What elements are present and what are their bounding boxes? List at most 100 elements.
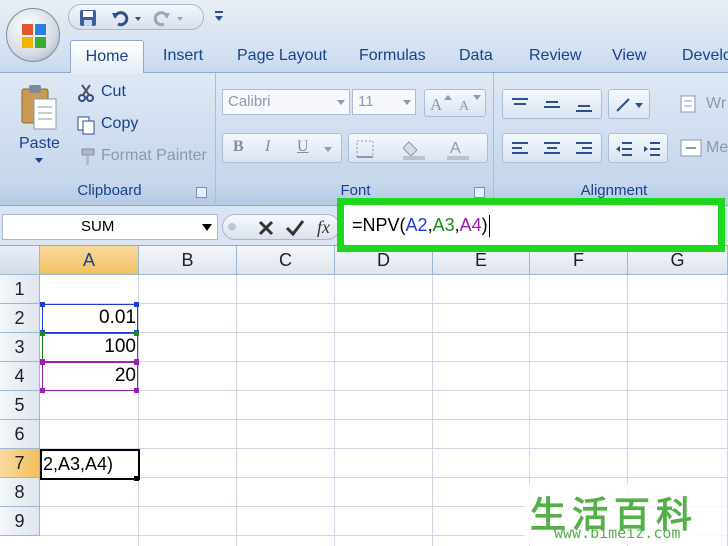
row-header-3[interactable]: 3: [0, 333, 40, 362]
cell-a3[interactable]: 100: [41, 336, 136, 358]
row-header-7[interactable]: 7: [0, 449, 40, 478]
watermark-url: www.bimeiz.com: [554, 524, 681, 542]
italic-button[interactable]: I: [265, 138, 270, 156]
watermark: 生活百科 www.bimeiz.com: [524, 484, 726, 544]
enter-checkmark-icon[interactable]: [285, 219, 305, 237]
row-header-4[interactable]: 4: [0, 362, 40, 391]
redo-dropdown-icon[interactable]: [175, 9, 185, 27]
wrap-text-button[interactable]: Wr: [706, 95, 726, 113]
tab-formulas[interactable]: Formulas: [359, 46, 426, 73]
redo-icon[interactable]: [153, 9, 171, 27]
svg-text:A: A: [430, 95, 443, 112]
formula-input[interactable]: =NPV(A2,A3,A4): [337, 198, 725, 252]
cell-a4[interactable]: 20: [41, 365, 136, 387]
undo-dropdown-icon[interactable]: [133, 9, 143, 27]
align-center-icon[interactable]: [543, 140, 561, 158]
cut-icon[interactable]: [76, 83, 96, 103]
save-icon[interactable]: [79, 9, 97, 27]
orientation-icon: [616, 98, 643, 112]
underline-dropdown-icon[interactable]: [323, 146, 333, 154]
font-color-icon[interactable]: A: [447, 138, 473, 160]
clipboard-dialog-launcher[interactable]: [196, 187, 207, 198]
office-logo-icon: [22, 24, 46, 48]
font-format-buttons: A: [348, 133, 488, 163]
copy-button[interactable]: Copy: [101, 115, 138, 133]
format-painter-button[interactable]: Format Painter: [101, 147, 207, 165]
format-painter-icon[interactable]: [76, 147, 96, 167]
shrink-font-icon[interactable]: A: [459, 94, 481, 112]
paste-icon[interactable]: [20, 83, 58, 133]
insert-function-icon[interactable]: fx: [317, 217, 330, 238]
font-size-value: 11: [358, 93, 374, 110]
ribbon: Paste Cut Copy Format Painter Clipboard …: [0, 73, 728, 206]
tab-insert[interactable]: Insert: [163, 46, 203, 73]
decrease-indent-icon[interactable]: [615, 140, 633, 158]
borders-icon[interactable]: [355, 139, 375, 159]
row-header-8[interactable]: 8: [0, 478, 40, 507]
font-size-buttons: A A: [424, 89, 486, 117]
tab-home[interactable]: Home: [70, 40, 144, 74]
paste-button[interactable]: Paste: [19, 135, 60, 153]
align-middle-icon[interactable]: [543, 96, 561, 114]
alignment-group: Wr Me Alignment: [498, 73, 728, 204]
customize-toolbar-icon[interactable]: [212, 8, 226, 24]
align-right-icon[interactable]: [575, 140, 593, 158]
align-left-icon[interactable]: [511, 140, 529, 158]
formula-part: A3: [432, 215, 455, 235]
tab-review[interactable]: Review: [529, 46, 581, 73]
grid-row-line: [40, 448, 728, 449]
merge-center-icon[interactable]: [680, 137, 702, 159]
tab-view[interactable]: View: [612, 46, 646, 73]
bold-button[interactable]: B: [233, 138, 244, 156]
align-top-icon[interactable]: [511, 96, 529, 114]
reference-handle[interactable]: [40, 388, 45, 393]
formula-text: =NPV(A2,A3,A4): [352, 213, 490, 238]
tab-page-layout[interactable]: Page Layout: [237, 46, 327, 73]
formula-part: A2: [405, 215, 428, 235]
office-button[interactable]: [6, 8, 60, 62]
grow-font-icon[interactable]: A: [430, 94, 452, 112]
row-header-6[interactable]: 6: [0, 420, 40, 449]
column-header-a[interactable]: A: [40, 246, 139, 275]
cut-button[interactable]: Cut: [101, 83, 126, 101]
grid-row-line: [40, 419, 728, 420]
grid-row-line: [40, 303, 728, 304]
align-bottom-icon[interactable]: [575, 96, 593, 114]
row-header-1[interactable]: 1: [0, 275, 40, 304]
formula-part: =NPV(: [352, 215, 406, 235]
clipboard-group-label: Clipboard: [4, 180, 215, 202]
column-header-c[interactable]: C: [237, 246, 335, 275]
font-dialog-launcher[interactable]: [474, 187, 485, 198]
horizontal-align-buttons: [502, 133, 602, 163]
undo-icon[interactable]: [111, 9, 129, 27]
resize-handle-icon[interactable]: [227, 219, 241, 235]
tab-developer[interactable]: Develo: [682, 46, 728, 73]
select-all-corner[interactable]: [0, 246, 40, 275]
row-header-5[interactable]: 5: [0, 391, 40, 420]
wrap-text-icon[interactable]: [680, 93, 702, 115]
font-size-dropdown-icon[interactable]: [403, 100, 411, 105]
paste-dropdown-icon[interactable]: [34, 157, 44, 165]
copy-icon[interactable]: [76, 115, 96, 135]
name-box-dropdown-icon[interactable]: [201, 223, 213, 232]
merge-center-button[interactable]: Me: [706, 139, 728, 157]
row-header-9[interactable]: 9: [0, 507, 40, 536]
reference-handle[interactable]: [134, 388, 139, 393]
increase-indent-icon[interactable]: [643, 140, 661, 158]
orientation-button[interactable]: [608, 89, 650, 119]
font-name-dropdown-icon[interactable]: [337, 100, 345, 105]
row-header-2[interactable]: 2: [0, 304, 40, 333]
name-box[interactable]: SUM: [2, 214, 218, 240]
font-style-buttons: B I U: [222, 133, 342, 163]
fill-color-icon[interactable]: [403, 138, 429, 160]
ribbon-tabs: Home Insert Page Layout Formulas Data Re…: [0, 36, 728, 74]
tab-data[interactable]: Data: [459, 46, 493, 73]
font-name-combo[interactable]: Calibri: [222, 89, 350, 115]
font-size-combo[interactable]: 11: [352, 89, 416, 115]
active-cell-a7[interactable]: 2,A3,A4): [40, 449, 140, 480]
fill-handle[interactable]: [134, 476, 139, 481]
cancel-icon[interactable]: [257, 219, 275, 237]
column-header-b[interactable]: B: [139, 246, 237, 275]
cell-a2[interactable]: 0.01: [41, 307, 136, 329]
underline-button[interactable]: U: [297, 138, 309, 156]
